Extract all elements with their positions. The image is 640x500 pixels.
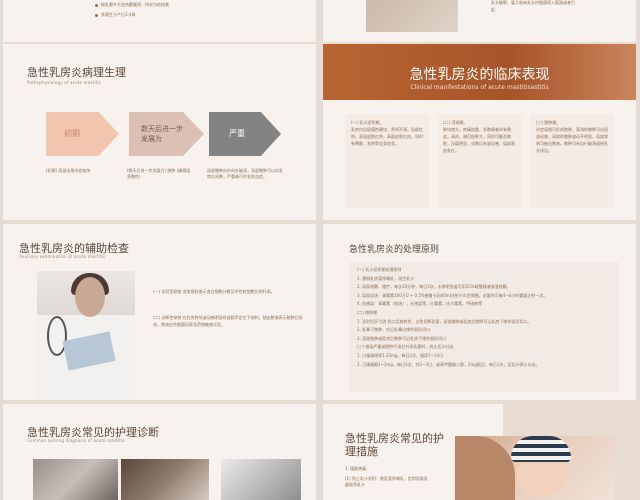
bullet-text: 多管生于产后3-4周: [101, 12, 136, 17]
photo: [121, 459, 209, 500]
slide-title: 急性乳房炎的临床表现: [409, 67, 550, 83]
card-body: 乳房内出现痛性硬块、界线不清，局部红热，表面皮肤红热，表面皮肤红热。同时有寒颤、…: [351, 127, 423, 146]
photo: [33, 459, 118, 500]
body-text: 乳头破裂、婴儿吸吮乳头时细菌侵入管路或者引: [491, 0, 575, 5]
slide-subtitle: Common nursing diagnosis of acute mastit…: [27, 438, 125, 443]
bullet-line: 多管生于产后3-4周: [95, 12, 136, 18]
body-paragraph: (二) 诊断性穿刺 在乳房肿块波动感明显时或超声定位下穿刺，抽出脓液表示脓肿已形…: [153, 315, 303, 327]
bullet-text: 按乳腺乡方会热敷暖停，持次为结快装: [101, 2, 169, 7]
slide-subtitle: Pathophysiology of acute mastitis: [27, 80, 102, 85]
body-paragraph: (一) 实验室检查 血常规检查示血白细胞计数及中性粒细胞比例升高。: [153, 289, 275, 294]
card-body: 肿块增大，疼痛加重，多数患者伴有寒战，高热，淋巴结肿大，同时可触及脓腔，压痛明显…: [443, 127, 515, 153]
list-item: 3. 深部脓肿或乳房后脓肿可沿乳房下缘作弧形切口: [357, 335, 447, 341]
title-banner: 急性乳房炎的临床表现 Clinical manifestations of ac…: [323, 44, 636, 100]
principle-list: (一) 乳汁淤积期处理原则 1. 患侧乳房暂停哺乳，排空乳汁 2. 局部热敷、理…: [357, 266, 547, 369]
head-shape: [75, 277, 105, 317]
list-item: 3. 局部封闭：青霉素100万U + 0.5%普鲁卡因40ml注射于炎症周围，必…: [357, 292, 548, 298]
info-card: (三) 脓肿期。 炎症局限可形成脓肿，表浅的脓肿可出现波动感，深部的脓肿波动不明…: [530, 114, 614, 208]
arrow-label: 严重: [229, 129, 245, 138]
process-arrow-3: 严重: [209, 112, 281, 156]
list-item: (二) 脓肿期: [357, 309, 378, 315]
list-item: (三) 感染严重或脓肿引流后并发乳瘘时，终止乳汁分泌: [357, 344, 454, 350]
slide-thumbnail-2[interactable]: 乳头破裂、婴儿吸吮乳头时细菌侵入管路或者引 起: [323, 0, 636, 42]
slide-subtitle: Auxiliary examination of acute mastitis: [19, 254, 106, 259]
slide-title: 急性乳房炎病理生理: [27, 66, 126, 79]
slide-grid: 按乳腺乡方会热敷暖停，持次为结快装 多管生于产后3-4周 乳头破裂、婴儿吸吮乳头…: [0, 0, 640, 500]
photo: [221, 459, 301, 500]
step-caption: (数天后进一步发展为) 脓肿 (蜂窝组多数性): [127, 168, 191, 179]
slide-subtitle: Clinical manifestations of acute mastiti…: [410, 84, 549, 91]
baby-face-shape: [517, 456, 565, 496]
info-card: (二) 浸润期。 肿块增大，疼痛加重，多数患者伴有寒战，高热，淋巴结肿大，同时可…: [437, 114, 521, 208]
body-text: 起: [491, 7, 495, 12]
slide-thumbnail-4[interactable]: 急性乳房炎的临床表现 Clinical manifestations of ac…: [323, 44, 636, 220]
list-item: (一) 乳汁淤积期处理原则: [357, 267, 402, 272]
process-arrow-2: 数天后进一步发展为: [129, 112, 204, 156]
list-item: 2. 己烯雌酚1~2mg，每日3次，共2~3日，或苯甲酸雌二醇，2mg肌注，每日…: [357, 361, 540, 367]
measure-item: 1. 缓解疼痛: [345, 466, 367, 471]
slide-thumbnail-6[interactable]: 急性乳房炎的处理原则 (一) 乳汁淤积期处理原则 1. 患侧乳房暂停哺乳，排空乳…: [323, 224, 636, 400]
arrow-label: 数天后进一步发展为: [141, 125, 183, 143]
arrow-label: 初期: [64, 129, 80, 138]
doctor-photo: [37, 271, 135, 400]
list-item: 2. 乳晕下脓肿，应沿乳晕边缘作弧形切口: [357, 327, 431, 333]
photo: [366, 0, 458, 32]
bullet-line: 按乳腺乡方会热敷暖停，持次为结快装: [95, 2, 169, 8]
list-item: 1. 口服溴隐亭1.25mg，每日2次，服用7~14日: [357, 352, 443, 358]
slide-thumbnail-7[interactable]: 急性乳房炎常见的护理诊断 Common nursing diagnosis of…: [3, 404, 316, 500]
card-body: 炎症局限可形成脓肿，表浅的脓肿可出现波动感，深部的脓肿波动不明显，局部穿刺可抽出…: [536, 127, 608, 153]
step-caption: 深部脓肿向外向外破溃，深部脓肿可以向乳房后间隙，严重者可并发败血症。: [207, 168, 283, 179]
baby-hat-shape: [511, 436, 571, 462]
bullet-dot: [95, 13, 98, 17]
slide-title: 急性乳房炎常见的护理措施: [345, 432, 444, 458]
measure-item: (1) 防止乳汁淤积：患乳暂停哺乳，定时用吸乳器吸净乳汁: [345, 476, 428, 487]
bullet-dot: [95, 3, 98, 7]
list-item: 1. 患侧乳房暂停哺乳，排空乳汁: [357, 275, 415, 281]
list-item: 1. 及时切开引流 切口呈放射状，以免切断乳管，深部脓肿或乳房后脓肿可沿乳房下缘…: [357, 318, 532, 324]
slide-thumbnail-5[interactable]: 急性乳房炎的辅助检查 Auxiliary examination of acut…: [3, 224, 316, 400]
process-arrow-1: 初期: [46, 112, 119, 156]
slide-thumbnail-8[interactable]: 急性乳房炎常见的护理措施 1. 缓解疼痛 (1) 防止乳汁淤积：患乳暂停哺乳，定…: [323, 404, 636, 500]
slide-title: 急性乳房炎的处理原则: [349, 245, 440, 255]
list-item: 2. 局部热敷、理疗，每次20分钟，每日3次，水肿明显者可用25%硫酸镁溶液湿热…: [357, 284, 511, 290]
slide-thumbnail-3[interactable]: 急性乳房炎病理生理 Pathophysiology of acute masti…: [3, 44, 316, 220]
step-caption: (初期) 局部出现炎症结块: [46, 168, 91, 173]
list-item: 4. 抗感染：青霉素（首选），头孢类等，红霉素，庆大霉素，甲硝唑等: [357, 301, 483, 307]
mother-shape: [455, 436, 515, 500]
info-card: (一) 乳汁淤积期。 乳房内出现痛性硬块、界线不清，局部红热，表面皮肤红热，表面…: [345, 114, 429, 208]
slide-thumbnail-1[interactable]: 按乳腺乡方会热敷暖停，持次为结快装 多管生于产后3-4周: [3, 0, 316, 42]
mother-baby-photo: [455, 436, 615, 500]
